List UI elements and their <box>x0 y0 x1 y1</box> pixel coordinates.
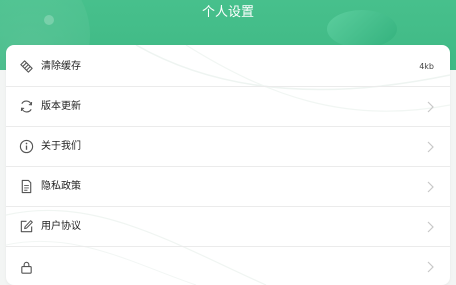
settings-row-partial[interactable] <box>6 247 450 285</box>
settings-card: 清除缓存 4kb 版本更新 关于我们 隐私政策 用户协议 <box>6 45 450 285</box>
chevron-right-icon <box>427 181 434 192</box>
chevron-right-icon <box>427 101 434 112</box>
about-us-label: 关于我们 <box>41 140 81 152</box>
about-us-row[interactable]: 关于我们 <box>6 127 450 167</box>
page-title: 个人设置 <box>201 5 254 20</box>
info-icon <box>18 139 34 155</box>
document-icon <box>18 179 34 195</box>
user-agreement-row[interactable]: 用户协议 <box>6 207 450 247</box>
broom-icon <box>18 59 34 75</box>
cache-size-value: 4kb <box>419 62 434 71</box>
version-update-label: 版本更新 <box>41 100 81 112</box>
privacy-policy-row[interactable]: 隐私政策 <box>6 167 450 207</box>
chevron-right-icon <box>427 221 434 232</box>
edit-icon <box>18 219 34 235</box>
clear-cache-row[interactable]: 清除缓存 4kb <box>6 47 450 87</box>
refresh-icon <box>18 99 34 115</box>
privacy-policy-label: 隐私政策 <box>41 180 81 192</box>
user-agreement-label: 用户协议 <box>41 220 81 232</box>
lock-icon <box>18 259 34 275</box>
chevron-right-icon <box>427 261 434 273</box>
clear-cache-label: 清除缓存 <box>41 60 81 72</box>
version-update-row[interactable]: 版本更新 <box>6 87 450 127</box>
chevron-right-icon <box>427 141 434 152</box>
